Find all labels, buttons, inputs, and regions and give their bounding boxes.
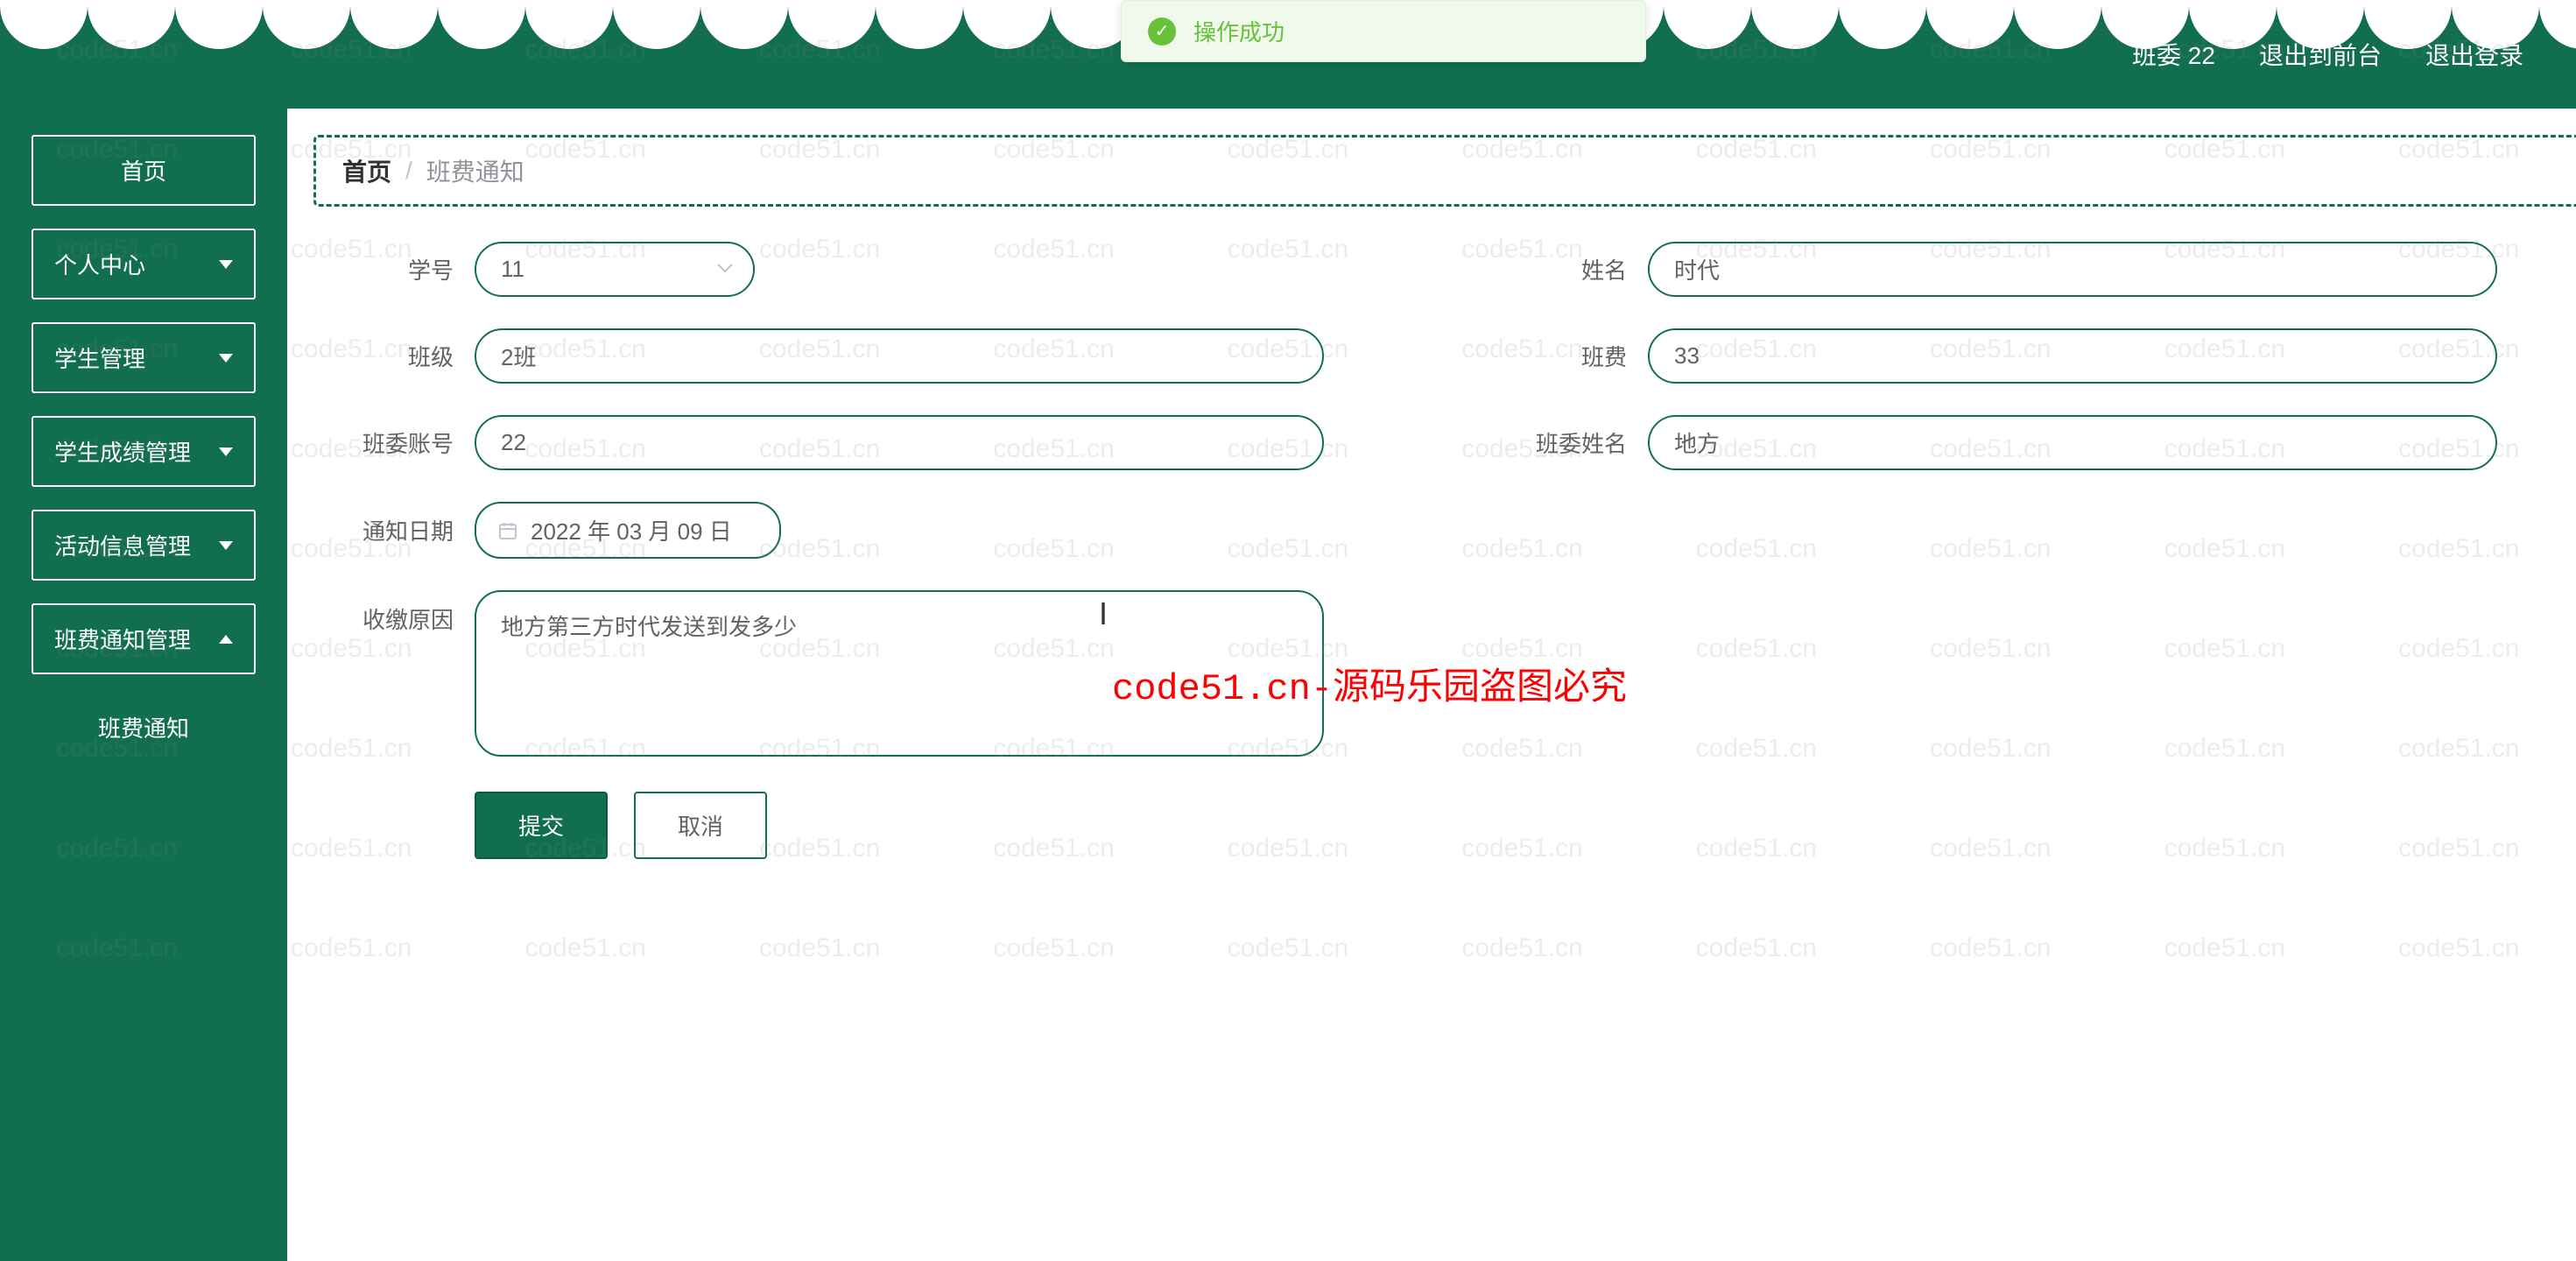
committee-account-input[interactable] <box>475 415 1324 470</box>
success-icon: ✓ <box>1148 18 1176 46</box>
sidebar-item-grade-mgmt[interactable]: 学生成绩管理 <box>32 416 256 487</box>
success-toast: ✓ 操作成功 <box>1121 0 1646 62</box>
student-id-label: 学号 <box>348 253 454 285</box>
chevron-down-icon <box>219 260 233 269</box>
breadcrumb: 首页 / 班费通知 <box>313 135 2576 207</box>
sidebar-item-home[interactable]: 首页 <box>32 135 256 206</box>
chevron-up-icon <box>219 635 233 644</box>
notice-date-label: 通知日期 <box>348 514 454 546</box>
class-input[interactable] <box>475 328 1324 384</box>
committee-account-label: 班委账号 <box>348 426 454 459</box>
committee-name-label: 班委姓名 <box>1522 426 1627 459</box>
calendar-icon <box>497 520 518 541</box>
toast-message: 操作成功 <box>1193 15 1284 47</box>
reason-textarea[interactable] <box>475 590 1324 757</box>
sidebar: 首页 个人中心 学生管理 学生成绩管理 活动信息管理 班费通知管理 班费通知 <box>0 109 287 1261</box>
class-label: 班级 <box>348 340 454 372</box>
fee-input[interactable] <box>1648 328 2497 384</box>
sidebar-item-activity-mgmt[interactable]: 活动信息管理 <box>32 510 256 581</box>
breadcrumb-current: 班费通知 <box>426 153 524 188</box>
notice-date-value: 2022 年 03 月 09 日 <box>531 514 732 546</box>
sidebar-subitem-fee-notice[interactable]: 班费通知 <box>32 697 256 757</box>
committee-name-input[interactable] <box>1648 415 2497 470</box>
chevron-down-icon <box>219 354 233 363</box>
chevron-down-icon <box>219 447 233 456</box>
sidebar-item-label: 个人中心 <box>54 248 145 280</box>
sidebar-item-student-mgmt[interactable]: 学生管理 <box>32 322 256 393</box>
sidebar-item-label: 活动信息管理 <box>54 529 191 561</box>
chevron-down-icon <box>219 541 233 550</box>
breadcrumb-home[interactable]: 首页 <box>342 153 391 188</box>
fee-notice-form: 学号 姓名 班级 <box>313 242 2576 859</box>
fee-label: 班费 <box>1522 340 1627 372</box>
sidebar-item-personal[interactable]: 个人中心 <box>32 229 256 299</box>
submit-button[interactable]: 提交 <box>475 792 608 859</box>
breadcrumb-separator: / <box>405 157 412 185</box>
sidebar-item-label: 学生成绩管理 <box>54 435 191 468</box>
name-input[interactable] <box>1648 242 2497 297</box>
sidebar-item-label: 首页 <box>121 154 166 187</box>
student-id-select[interactable] <box>475 242 755 297</box>
reason-label: 收缴原因 <box>348 590 454 635</box>
sidebar-item-fee-notice-mgmt[interactable]: 班费通知管理 <box>32 603 256 674</box>
sidebar-item-label: 学生管理 <box>54 342 145 374</box>
sidebar-item-label: 班费通知管理 <box>54 623 191 655</box>
main-content: 首页 / 班费通知 学号 姓名 <box>287 109 2576 1261</box>
name-label: 姓名 <box>1522 253 1627 285</box>
cancel-button[interactable]: 取消 <box>634 792 767 859</box>
notice-date-picker[interactable]: 2022 年 03 月 09 日 <box>475 502 781 559</box>
